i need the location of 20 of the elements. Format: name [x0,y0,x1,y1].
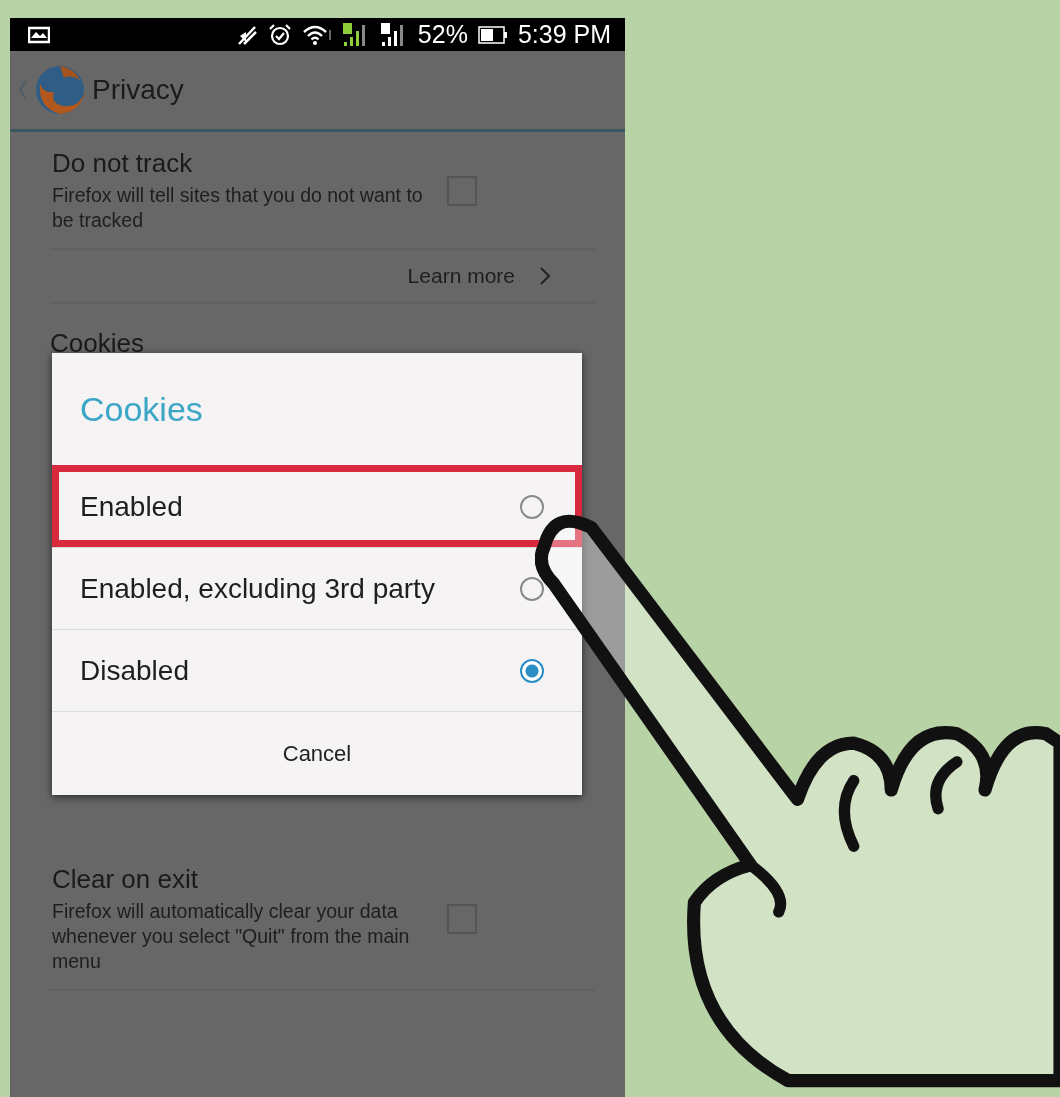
battery-icon [477,25,508,44]
setting-title: Clear on exit [52,863,199,895]
wifi-icon [301,23,332,46]
radio-option[interactable]: Enabled [52,465,582,547]
browser-logo-icon [34,64,86,116]
setting-title: Do not track [52,148,194,179]
battery-percent: 52% [417,20,468,49]
clock-time: 5:39 PM [517,20,611,49]
radio-button[interactable] [520,658,544,683]
dialog-title: Cookies [79,388,204,430]
screen-title: Privacy [92,74,184,106]
radio-button[interactable] [520,494,544,519]
image-icon [28,25,50,44]
setting-title: Cookies [50,327,144,358]
alarm-icon [267,22,292,47]
setting-summary: Firefox will automatically clear your data whenever you select "Quit" from the main menu [52,898,411,975]
radio-button[interactable] [520,576,544,601]
cancel-button[interactable]: Cancel [52,711,582,795]
setting-summary: Firefox will tell sites that you do not want to be tracked [52,183,424,234]
chevron-right-icon [539,265,551,286]
